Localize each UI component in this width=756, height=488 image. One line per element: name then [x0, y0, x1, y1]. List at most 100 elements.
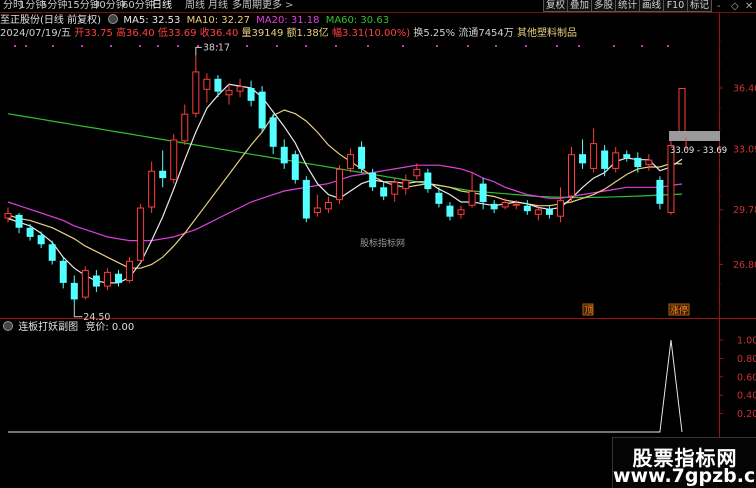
toolbar-button-4[interactable]: 画线	[639, 0, 664, 12]
toolbar-button-0[interactable]: 复权	[543, 0, 568, 12]
candle-body-36[interactable]	[402, 179, 410, 190]
candle-body-47[interactable]	[523, 205, 531, 212]
candle-body-44[interactable]	[490, 203, 498, 210]
candle-body-22[interactable]	[247, 87, 255, 101]
candle-body-59[interactable]	[656, 179, 664, 204]
candle-body-53[interactable]	[590, 143, 598, 169]
toolbar-button-3[interactable]: 统计	[615, 0, 640, 12]
sub-settings-icon[interactable]	[3, 321, 13, 331]
candle-body-19[interactable]	[214, 78, 222, 92]
candle-body-8[interactable]	[92, 275, 100, 287]
tab-9[interactable]: 多周期	[232, 0, 262, 12]
candle-body-18[interactable]	[203, 78, 211, 90]
candle-body-54[interactable]	[601, 150, 609, 169]
diamond-icon[interactable]: ◇	[731, 1, 739, 12]
sub-tick-label-4: 0.20	[737, 409, 756, 420]
candle-body-15[interactable]	[170, 139, 178, 180]
candle-body-23[interactable]	[258, 91, 266, 129]
candle-body-30[interactable]	[335, 168, 343, 201]
sub-tick-label-0: 1.00	[737, 336, 756, 347]
toolbar-button-1[interactable]: 叠加	[567, 0, 592, 12]
candle-body-16[interactable]	[181, 113, 189, 142]
minimize-icon[interactable]: -	[717, 1, 721, 12]
candle-body-28[interactable]	[313, 207, 321, 214]
candle-body-13[interactable]	[148, 170, 156, 208]
candle-body-42[interactable]	[468, 190, 476, 206]
event-dot-20	[556, 45, 558, 47]
event-dot-2	[52, 45, 54, 47]
candle-body-41[interactable]	[457, 209, 465, 215]
candle-body-5[interactable]	[59, 260, 67, 283]
candle-body-26[interactable]	[291, 154, 299, 180]
close-icon[interactable]: ✕	[745, 1, 753, 12]
tab-6[interactable]: 日线	[152, 0, 172, 12]
event-dot-0	[14, 45, 16, 47]
toolbar-button-6[interactable]: 标记	[687, 0, 712, 12]
tab-4[interactable]: 30分钟	[93, 0, 126, 12]
ma5-line	[7, 83, 683, 284]
stock-info-bar: 至正股份(日线 前复权) MA5: 32.53 MA10: 32.27 MA20…	[0, 14, 392, 26]
candle-body-45[interactable]	[501, 201, 509, 208]
period-toolbar: 分时 1分钟 5分钟 15分钟 30分钟 60分钟 日线 周线 月线 多周期 更多 > 复权 叠加 多股 统计…	[0, 0, 756, 12]
event-dot-15	[402, 45, 404, 47]
candle-body-52[interactable]	[579, 154, 587, 164]
candle-body-9[interactable]	[103, 271, 111, 287]
candle-body-48[interactable]	[534, 209, 542, 215]
candle-body-57[interactable]	[634, 157, 642, 168]
candle-body-39[interactable]	[435, 192, 443, 204]
event-dot-13	[335, 45, 337, 47]
candle-body-34[interactable]	[380, 187, 388, 197]
candle-body-2[interactable]	[26, 227, 34, 237]
candle-body-24[interactable]	[269, 117, 277, 147]
candle-body-46[interactable]	[512, 203, 520, 206]
high-label: 38.17	[203, 42, 230, 53]
tab-8[interactable]: 月线	[208, 0, 228, 12]
candle-body-38[interactable]	[424, 172, 432, 190]
candle-body-7[interactable]	[81, 270, 89, 298]
candle-body-21[interactable]	[236, 86, 244, 92]
candle-body-55[interactable]	[612, 152, 620, 169]
candle-body-6[interactable]	[70, 282, 78, 300]
more-arrow-icon[interactable]: >	[285, 0, 293, 12]
tab-2[interactable]: 5分钟	[41, 0, 67, 12]
candle-body-49[interactable]	[545, 209, 553, 215]
tab-10[interactable]: 更多	[262, 0, 282, 12]
quote-float: 流通7454万	[458, 28, 514, 39]
toolbar-button-2[interactable]: 多股	[591, 0, 616, 12]
quote-industry[interactable]: 其他塑料制品	[517, 28, 577, 39]
candle-body-17[interactable]	[192, 71, 200, 114]
center-watermark: 股标指标网	[360, 239, 406, 249]
candle-body-3[interactable]	[37, 235, 45, 245]
candle-body-0[interactable]	[4, 213, 12, 219]
candle-body-51[interactable]	[568, 154, 576, 197]
event-dot-22	[613, 45, 615, 47]
candle-body-50[interactable]	[556, 200, 564, 217]
candle-body-20[interactable]	[225, 89, 233, 96]
candle-body-1[interactable]	[15, 214, 23, 228]
candle-body-32[interactable]	[358, 146, 366, 169]
settings-icon[interactable]	[108, 14, 119, 24]
candle-body-11[interactable]	[126, 260, 134, 282]
limit-up-marker: 涨停	[670, 304, 688, 316]
candle-body-40[interactable]	[446, 205, 454, 217]
candle-body-12[interactable]	[137, 207, 145, 261]
candle-body-4[interactable]	[48, 244, 56, 261]
candle-body-29[interactable]	[324, 201, 332, 210]
tab-5[interactable]: 60分钟	[122, 0, 155, 12]
event-dot-24	[667, 45, 669, 47]
sub-panel-header: 连板打妖副图 竞价: 0.00	[3, 321, 134, 333]
tab-7[interactable]: 周线	[185, 0, 205, 12]
candle-body-58[interactable]	[645, 159, 653, 166]
candle-body-35[interactable]	[391, 181, 399, 195]
candle-body-25[interactable]	[280, 146, 288, 164]
candle-body-43[interactable]	[479, 183, 487, 202]
toolbar-button-5[interactable]: F10	[663, 0, 688, 12]
candle-body-31[interactable]	[347, 154, 355, 169]
candle-body-33[interactable]	[369, 172, 377, 188]
candle-body-14[interactable]	[159, 170, 167, 179]
candle-body-27[interactable]	[302, 179, 310, 219]
candle-body-10[interactable]	[114, 273, 122, 283]
candle-body-56[interactable]	[623, 154, 631, 158]
candle-body-61[interactable]	[678, 87, 686, 137]
candle-body-37[interactable]	[413, 168, 421, 177]
